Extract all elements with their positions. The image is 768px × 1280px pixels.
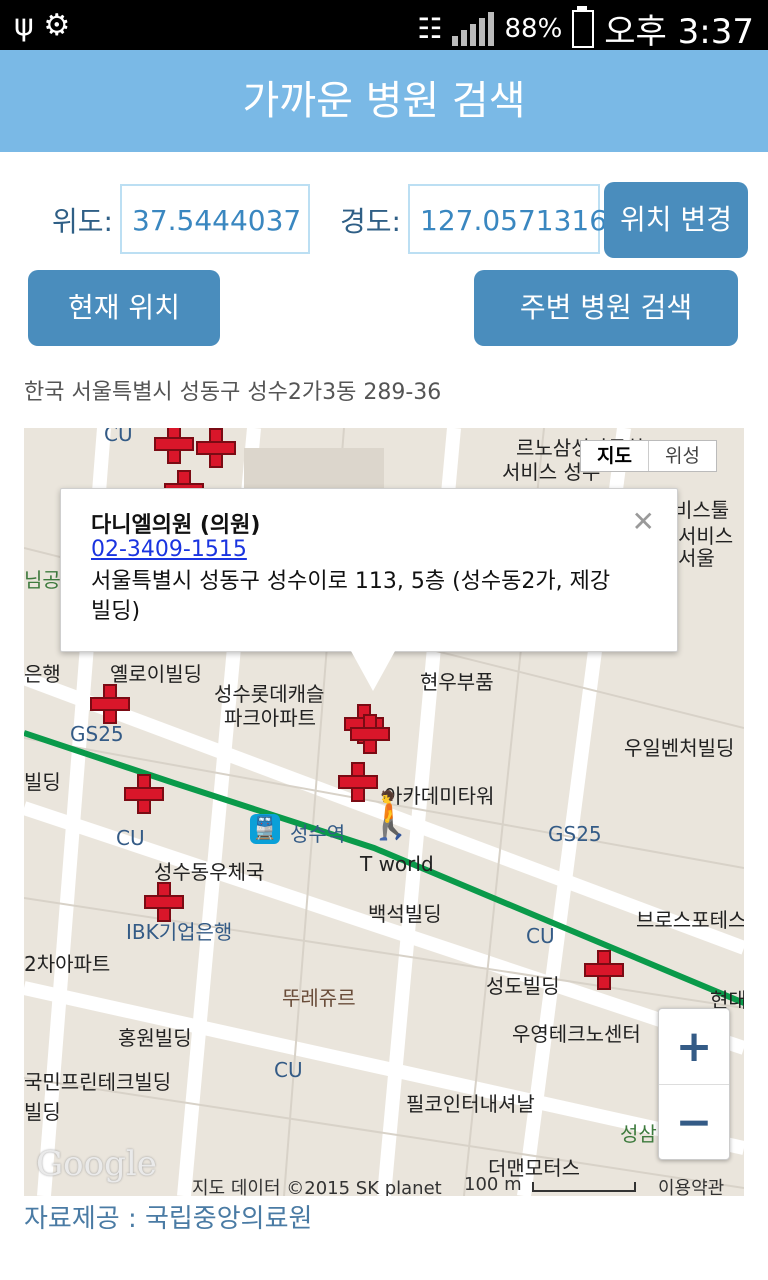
battery-icon [572, 5, 595, 48]
map-label: 뚜레쥬르 [282, 986, 356, 1010]
battery-percent: 88% [504, 13, 563, 44]
zoom-in-button[interactable]: + [659, 1009, 729, 1085]
hospital-marker[interactable] [584, 950, 624, 990]
map-label: 국민프린테크빌딩 [24, 1070, 172, 1094]
map-label: 은행 [24, 662, 61, 686]
map-scale-label: 100 m [464, 1174, 522, 1195]
hospital-marker[interactable] [124, 774, 164, 814]
data-source-credit: 자료제공 : 국립중앙의료원 [24, 1204, 313, 1234]
map-label: 백석빌딩 [368, 902, 442, 926]
map-label: 성수동우체국 [154, 860, 265, 884]
map-label: 빌딩 [24, 1100, 61, 1124]
hospital-name: 다니엘의원 (의원) [91, 513, 261, 538]
longitude-input[interactable]: 127.0571316 [408, 184, 607, 254]
usb-icon: ψ ⚙ [14, 8, 71, 43]
map-type-satellite-button[interactable]: 위성 [649, 441, 716, 471]
map-label: 서울 [678, 546, 715, 570]
map-label: GS25 [548, 822, 602, 846]
map-label: CU [116, 826, 145, 850]
latitude-input[interactable]: 37.5444037 [120, 184, 310, 254]
map-label: T world [360, 852, 434, 876]
hospital-info-popup: 다니엘의원 (의원) 02-3409-1515 서울특별시 성동구 성수이로 1… [60, 488, 678, 691]
longitude-label: 경도: [340, 205, 401, 238]
map-label: 성도빌딩 [486, 974, 560, 998]
hospital-marker[interactable] [196, 428, 236, 468]
hospital-marker[interactable] [90, 684, 130, 724]
map[interactable]: CU 르노삼성자동차 서비스 성수 비스툴 서비스 서울 님공원 은행 옐로이빌… [24, 428, 744, 1196]
map-label: 우영테크노센터 [512, 1022, 641, 1046]
search-nearby-button[interactable]: 주변 병원 검색 [474, 270, 738, 346]
latitude-label: 위도: [52, 205, 113, 238]
map-scale-bar [532, 1182, 636, 1192]
current-address: 한국 서울특별시 성동구 성수2가3동 289-36 [24, 380, 442, 405]
hospital-address: 서울특별시 성동구 성수이로 113, 5층 (성수동2가, 제강빌딩) [91, 569, 611, 624]
map-label: CU [526, 924, 555, 948]
signal-icon [452, 11, 495, 46]
map-label: 우일벤처빌딩 [624, 736, 735, 760]
map-label: 브로스포테스 [636, 908, 744, 932]
hospital-marker[interactable] [144, 882, 184, 922]
map-label: CU [104, 428, 133, 446]
close-icon[interactable]: ✕ [632, 505, 655, 538]
hospital-marker[interactable] [154, 428, 194, 464]
subway-station-icon: 🚆 [250, 814, 280, 844]
hospital-marker[interactable] [338, 762, 378, 802]
hospital-marker[interactable] [350, 714, 390, 754]
status-right: ☷ 88% 오후 3:37 [417, 4, 754, 53]
map-label: GS25 [70, 722, 124, 746]
zoom-control: + − [658, 1008, 730, 1160]
page-title: 가까운 병원 검색 [0, 50, 768, 152]
map-label: 필코인터내셔날 [406, 1092, 535, 1116]
map-label: 파크아파트 [224, 706, 316, 730]
clock: 오후 3:37 [604, 12, 754, 52]
map-data-credit: 지도 데이터 ©2015 SK planet [192, 1178, 442, 1196]
map-label: 홍원빌딩 [118, 1026, 192, 1050]
hospital-phone-link[interactable]: 02-3409-1515 [91, 537, 247, 562]
map-type-map-button[interactable]: 지도 [581, 441, 649, 471]
status-bar: ψ ⚙ ☷ 88% 오후 3:37 [0, 0, 768, 53]
map-label: 옐로이빌딩 [110, 662, 202, 686]
current-location-button[interactable]: 현재 위치 [28, 270, 220, 346]
change-location-button[interactable]: 위치 변경 [604, 182, 748, 258]
map-label: 성수역 [290, 822, 346, 846]
map-type-toggle: 지도 위성 [580, 440, 717, 472]
map-label: 빌딩 [24, 770, 61, 794]
google-logo: Google [36, 1144, 157, 1184]
wifi-icon: ☷ [417, 12, 443, 45]
zoom-out-button[interactable]: − [659, 1085, 729, 1160]
map-label: 성삼 [620, 1122, 657, 1146]
map-label: 2차아파트 [24, 952, 111, 976]
map-label: CU [274, 1058, 303, 1082]
map-label: 비스툴 [674, 498, 730, 522]
terms-link[interactable]: 이용약관 [658, 1174, 724, 1196]
map-label: 현우부품 [420, 670, 494, 694]
